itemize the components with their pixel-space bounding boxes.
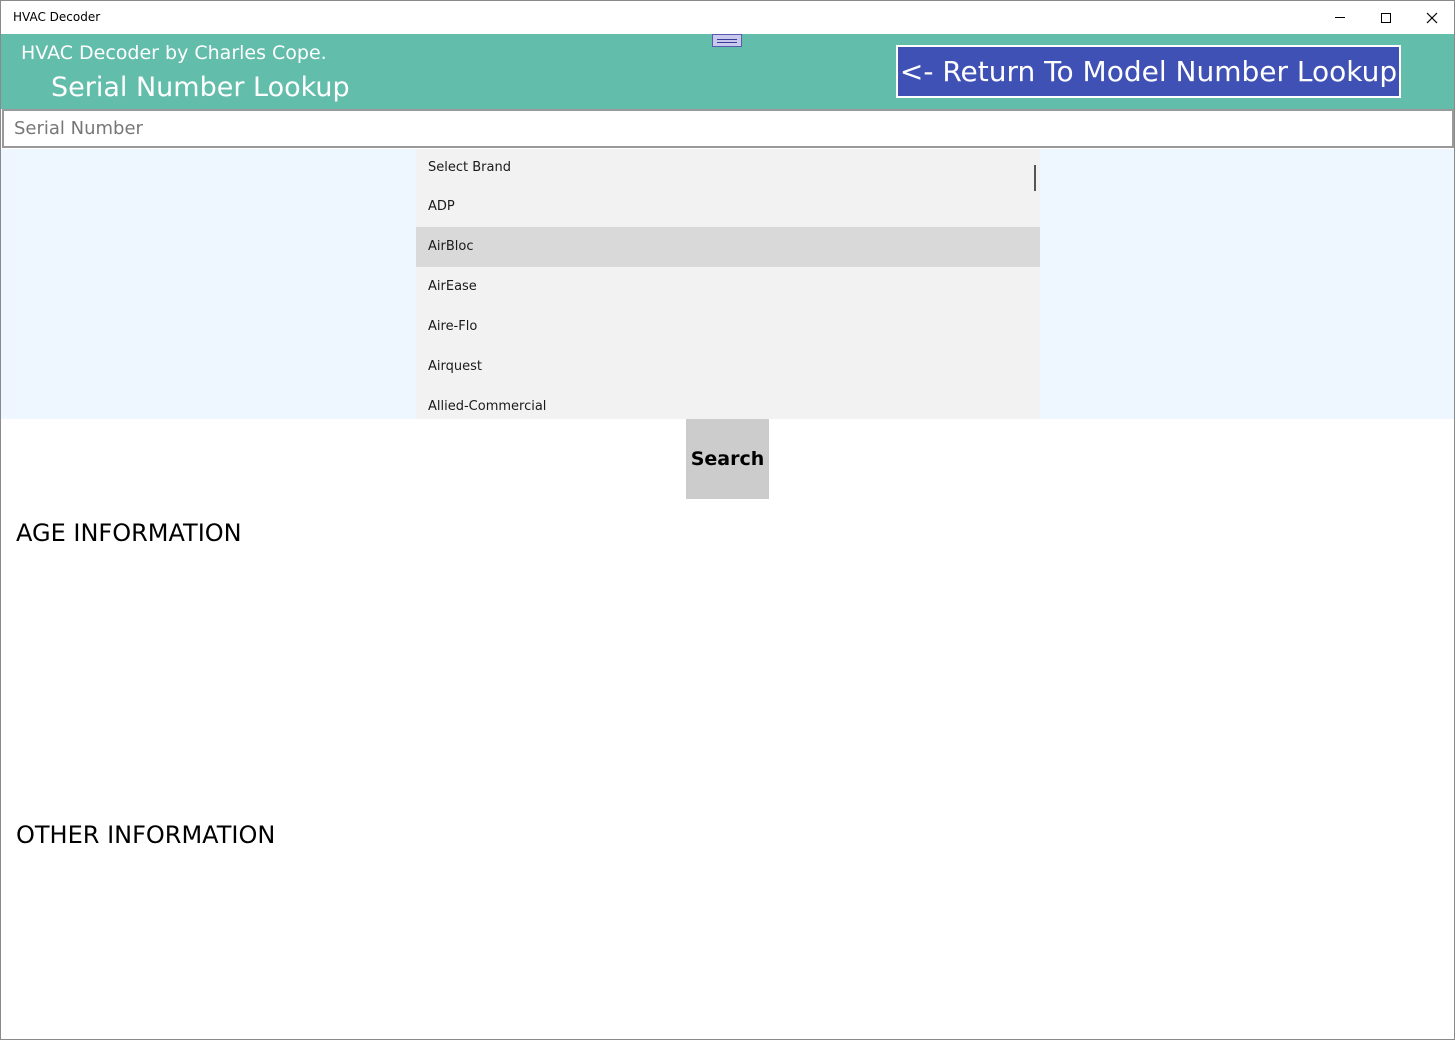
brand-list[interactable]: Select Brand ADP AirBloc AirEase Aire-Fl… <box>416 149 1040 419</box>
app-window: HVAC Decoder HVAC Decoder by Charles Cop… <box>0 0 1455 1040</box>
return-to-model-lookup-button[interactable]: <- Return To Model Number Lookup <box>896 45 1401 98</box>
brand-item-airease[interactable]: AirEase <box>416 267 1040 307</box>
app-header: HVAC Decoder by Charles Cope. Serial Num… <box>1 34 1454 109</box>
brand-item-allied-commercial[interactable]: Allied-Commercial <box>416 387 1040 419</box>
brand-item-select-brand[interactable]: Select Brand <box>416 149 1040 187</box>
brand-item-adp[interactable]: ADP <box>416 187 1040 227</box>
serial-number-input[interactable] <box>2 109 1454 148</box>
maximize-icon <box>1381 12 1391 23</box>
close-button[interactable] <box>1409 1 1454 34</box>
title-bar[interactable]: HVAC Decoder <box>1 1 1454 34</box>
brand-list-scrollbar[interactable] <box>1034 165 1036 191</box>
menu-handle-icon[interactable] <box>712 34 742 47</box>
maximize-button[interactable] <box>1363 1 1409 34</box>
close-icon <box>1426 12 1438 23</box>
other-information-heading: OTHER INFORMATION <box>16 821 276 849</box>
page-title: Serial Number Lookup <box>51 72 350 103</box>
minimize-button[interactable] <box>1317 1 1363 34</box>
brand-area: Select Brand ADP AirBloc AirEase Aire-Fl… <box>1 149 1454 419</box>
brand-item-airbloc[interactable]: AirBloc <box>416 227 1040 267</box>
window-title: HVAC Decoder <box>13 10 101 24</box>
brand-item-aire-flo[interactable]: Aire-Flo <box>416 307 1040 347</box>
app-name: HVAC Decoder by Charles Cope. <box>21 42 327 64</box>
minimize-icon <box>1335 17 1345 18</box>
search-button[interactable]: Search <box>686 419 769 499</box>
brand-item-airquest[interactable]: Airquest <box>416 347 1040 387</box>
age-information-heading: AGE INFORMATION <box>16 519 242 547</box>
